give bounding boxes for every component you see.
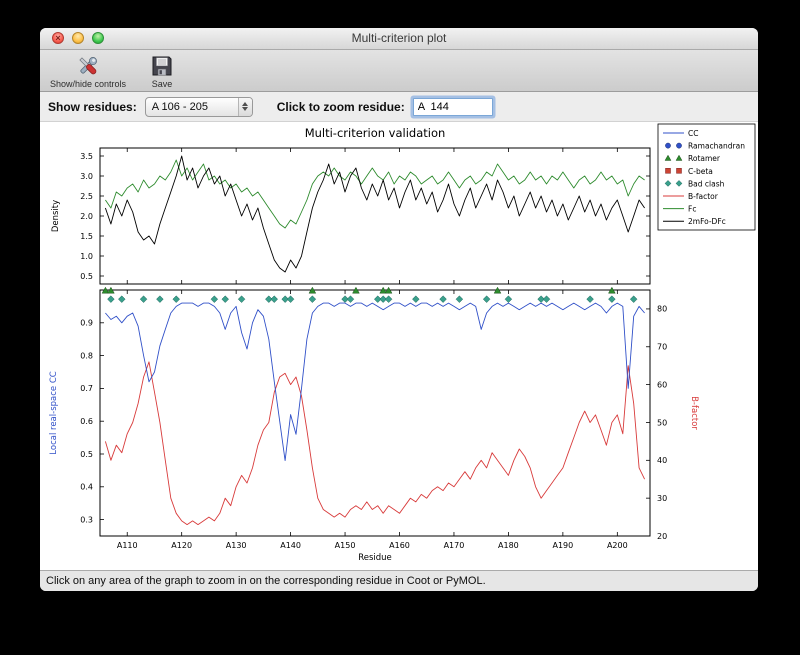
- svg-text:Multi-criterion validation: Multi-criterion validation: [304, 126, 445, 140]
- svg-text:A110: A110: [116, 541, 137, 550]
- svg-text:Rotamer: Rotamer: [688, 154, 721, 163]
- multi-criterion-plot-window: × Multi-criterion plot Show/hide control…: [40, 28, 758, 591]
- status-bar: Click on any area of the graph to zoom i…: [40, 570, 758, 591]
- svg-text:0.9: 0.9: [80, 319, 93, 328]
- svg-text:2.5: 2.5: [80, 192, 93, 201]
- svg-text:A190: A190: [552, 541, 573, 550]
- svg-text:0.4: 0.4: [80, 483, 93, 492]
- show-hide-controls-button[interactable]: Show/hide controls: [46, 52, 130, 90]
- svg-text:0.6: 0.6: [80, 417, 93, 426]
- svg-text:Local real-space CC: Local real-space CC: [49, 371, 59, 454]
- svg-text:Residue: Residue: [358, 553, 392, 563]
- zoom-residue-input[interactable]: [412, 97, 493, 116]
- svg-text:A130: A130: [225, 541, 246, 550]
- svg-text:Fc: Fc: [688, 205, 696, 214]
- zoom-residue-label: Click to zoom residue:: [276, 99, 405, 114]
- svg-text:A170: A170: [443, 541, 464, 550]
- desktop-background: { "window": { "title": "Multi-criterion …: [0, 0, 800, 655]
- minimize-button[interactable]: [72, 32, 84, 44]
- svg-text:0.5: 0.5: [80, 272, 93, 281]
- show-residues-label: Show residues:: [48, 99, 137, 114]
- svg-text:3.5: 3.5: [80, 152, 93, 161]
- svg-text:C-beta: C-beta: [688, 167, 713, 176]
- stepper-arrows-icon: [237, 97, 252, 116]
- svg-text:Density: Density: [51, 200, 61, 232]
- svg-text:1.5: 1.5: [80, 232, 93, 241]
- save-button[interactable]: Save: [146, 52, 178, 90]
- close-button[interactable]: ×: [52, 32, 64, 44]
- svg-text:0.7: 0.7: [80, 384, 93, 393]
- status-text: Click on any area of the graph to zoom i…: [46, 575, 486, 587]
- multi-criterion-chart[interactable]: Multi-criterion validation A110 A120 A130 A1…: [42, 122, 757, 570]
- svg-text:1.0: 1.0: [80, 252, 93, 261]
- svg-text:80: 80: [657, 305, 667, 314]
- title-bar: × Multi-criterion plot: [40, 28, 758, 50]
- svg-text:B-factor: B-factor: [688, 192, 719, 201]
- svg-text:0.5: 0.5: [80, 450, 93, 459]
- svg-text:2mFo-DFc: 2mFo-DFc: [688, 217, 726, 226]
- svg-text:A150: A150: [334, 541, 355, 550]
- svg-text:20: 20: [657, 532, 667, 541]
- residue-range-value: A 106 - 205: [151, 100, 208, 113]
- toolbar-button-label: Show/hide controls: [50, 79, 127, 89]
- svg-text:A140: A140: [280, 541, 301, 550]
- svg-text:70: 70: [657, 343, 667, 352]
- svg-text:50: 50: [657, 418, 667, 427]
- save-icon: [150, 53, 174, 79]
- svg-text:Bad clash: Bad clash: [688, 179, 725, 188]
- svg-text:Ramachandran: Ramachandran: [688, 142, 745, 151]
- svg-text:0.8: 0.8: [80, 351, 93, 360]
- toolbar-button-label: Save: [151, 79, 173, 89]
- svg-text:0.3: 0.3: [80, 515, 93, 524]
- svg-text:A160: A160: [389, 541, 410, 550]
- svg-text:A200: A200: [606, 541, 627, 550]
- plot-figure[interactable]: Multi-criterion validation A110 A120 A130 A1…: [40, 122, 758, 570]
- svg-text:CC: CC: [688, 129, 698, 138]
- controls-bar: Show residues: A 106 - 205 Click to zoom…: [40, 92, 758, 122]
- window-controls: ×: [52, 32, 104, 44]
- zoom-window-button[interactable]: [92, 32, 104, 44]
- svg-text:B-factor: B-factor: [689, 396, 699, 430]
- svg-text:60: 60: [657, 380, 667, 389]
- toolbar: Show/hide controls Save: [40, 50, 758, 92]
- close-icon: ×: [55, 33, 61, 43]
- svg-text:3.0: 3.0: [80, 172, 93, 181]
- window-title: Multi-criterion plot: [351, 31, 447, 45]
- svg-text:40: 40: [657, 456, 667, 465]
- svg-text:A180: A180: [498, 541, 519, 550]
- tools-icon: [75, 53, 101, 79]
- svg-text:2.0: 2.0: [80, 212, 93, 221]
- svg-text:30: 30: [657, 494, 667, 503]
- residue-range-select[interactable]: A 106 - 205: [144, 96, 253, 117]
- svg-text:A120: A120: [171, 541, 192, 550]
